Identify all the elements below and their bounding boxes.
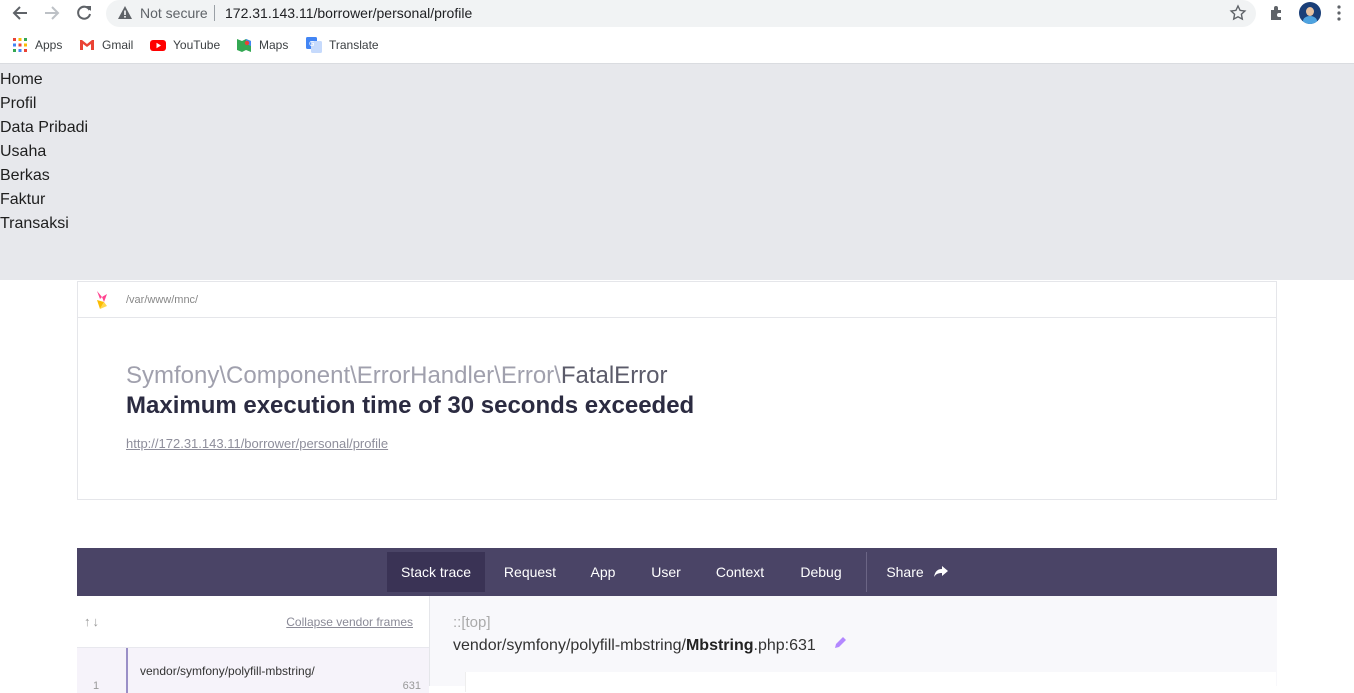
frame-detail-panel: ::[top] vendor/symfony/polyfill-mbstring… [430, 596, 1277, 692]
address-bar[interactable]: Not secure 172.31.143.11/borrower/person… [106, 0, 1256, 27]
omnibox-divider [214, 5, 215, 21]
bookmark-label: Gmail [102, 38, 134, 52]
nav-item-usaha[interactable]: Usaha [0, 140, 1354, 164]
maps-icon [236, 37, 252, 53]
file-ext-line: .php:631 [753, 637, 816, 654]
project-path: /var/www/mnc/ [126, 294, 199, 306]
nav-item-home[interactable]: Home [0, 68, 1354, 92]
warning-icon[interactable] [117, 5, 133, 26]
share-arrow-icon [933, 566, 948, 578]
translate-icon: G [306, 37, 322, 53]
frame-detail-file: vendor/symfony/polyfill-mbstring/Mbstrin… [453, 637, 816, 655]
tab-context[interactable]: Context [707, 552, 773, 592]
tab-user[interactable]: User [643, 552, 689, 592]
forward-arrow-icon[interactable] [41, 2, 63, 24]
nav-item-transaksi[interactable]: Transaksi [0, 212, 1354, 236]
frame-file-path: vendor/symfony/polyfill-mbstring/ [140, 664, 315, 678]
stack-frames-panel: ↑↓ Collapse vendor frames 1 vendor/symfo… [77, 596, 430, 693]
security-label[interactable]: Not secure [140, 5, 208, 21]
bookmark-youtube[interactable]: YouTube [150, 37, 220, 53]
exception-namespace: Symfony\Component\ErrorHandler\Error\ [126, 362, 561, 389]
gmail-icon [79, 37, 95, 53]
frame-number: 1 [93, 680, 100, 692]
stack-frame-row[interactable]: 1 vendor/symfony/polyfill-mbstring/ 631 [77, 647, 429, 693]
frame-navigation-arrows-icon[interactable]: ↑↓ [84, 614, 101, 629]
tab-request[interactable]: Request [495, 552, 565, 592]
tab-app[interactable]: App [583, 552, 623, 592]
exception-message: Maximum execution time of 30 seconds exc… [126, 392, 695, 419]
exception-class: Symfony\Component\ErrorHandler\Error\Fat… [126, 362, 668, 390]
reload-icon[interactable] [73, 2, 95, 24]
collapse-vendor-frames-link[interactable]: Collapse vendor frames [286, 615, 413, 629]
code-snippet [465, 672, 1276, 692]
app-navigation: Home Profil Data Pribadi Usaha Berkas Fa… [0, 64, 1354, 280]
bookmark-label: Apps [35, 38, 63, 52]
profile-avatar[interactable] [1299, 2, 1321, 24]
exception-summary: Symfony\Component\ErrorHandler\Error\Fat… [77, 317, 1277, 500]
bookmark-translate[interactable]: G Translate [306, 37, 379, 53]
frame-selected-indicator [126, 648, 128, 693]
file-name: Mbstring [685, 637, 754, 654]
more-menu-icon[interactable] [1336, 4, 1342, 27]
error-tabs: Stack trace Request App User Context Deb… [77, 548, 1277, 596]
exception-class-name: FatalError [560, 362, 668, 389]
tab-divider [866, 552, 867, 592]
back-arrow-icon[interactable] [9, 2, 31, 24]
youtube-icon [150, 37, 166, 53]
edit-pencil-icon[interactable] [833, 636, 847, 655]
nav-item-berkas[interactable]: Berkas [0, 164, 1354, 188]
bookmark-gmail[interactable]: Gmail [79, 37, 133, 53]
nav-item-data-pribadi[interactable]: Data Pribadi [0, 116, 1354, 140]
tab-stack-trace[interactable]: Stack trace [387, 552, 485, 592]
bookmark-apps[interactable]: Apps [12, 37, 62, 53]
bookmark-maps[interactable]: Maps [236, 37, 288, 53]
bookmark-label: YouTube [173, 38, 221, 52]
request-url-link[interactable]: http://172.31.143.11/borrower/personal/p… [126, 436, 388, 451]
share-button[interactable]: Share [881, 552, 953, 592]
share-label: Share [886, 564, 924, 580]
url-text[interactable]: 172.31.143.11/borrower/personal/profile [225, 5, 472, 21]
browser-toolbar: Not secure 172.31.143.11/borrower/person… [0, 0, 1354, 27]
svg-text:G: G [309, 40, 314, 48]
bookmark-label: Maps [259, 38, 289, 52]
bookmark-star-icon[interactable] [1229, 4, 1247, 27]
extensions-puzzle-icon[interactable] [1268, 4, 1286, 27]
frame-line-number: 631 [402, 680, 421, 692]
apps-grid-icon [12, 37, 28, 53]
ignition-logo-icon [95, 290, 109, 315]
frame-method-label: ::[top] [453, 614, 491, 631]
bookmark-label: Translate [329, 38, 379, 52]
nav-item-profil[interactable]: Profil [0, 92, 1354, 116]
tab-debug[interactable]: Debug [791, 552, 851, 592]
nav-item-faktur[interactable]: Faktur [0, 188, 1354, 212]
bookmarks-bar: Apps Gmail YouTube Maps G Translate [0, 27, 1354, 64]
file-dir: vendor/symfony/polyfill-mbstring/ [453, 637, 686, 654]
error-header: /var/www/mnc/ [77, 281, 1277, 318]
